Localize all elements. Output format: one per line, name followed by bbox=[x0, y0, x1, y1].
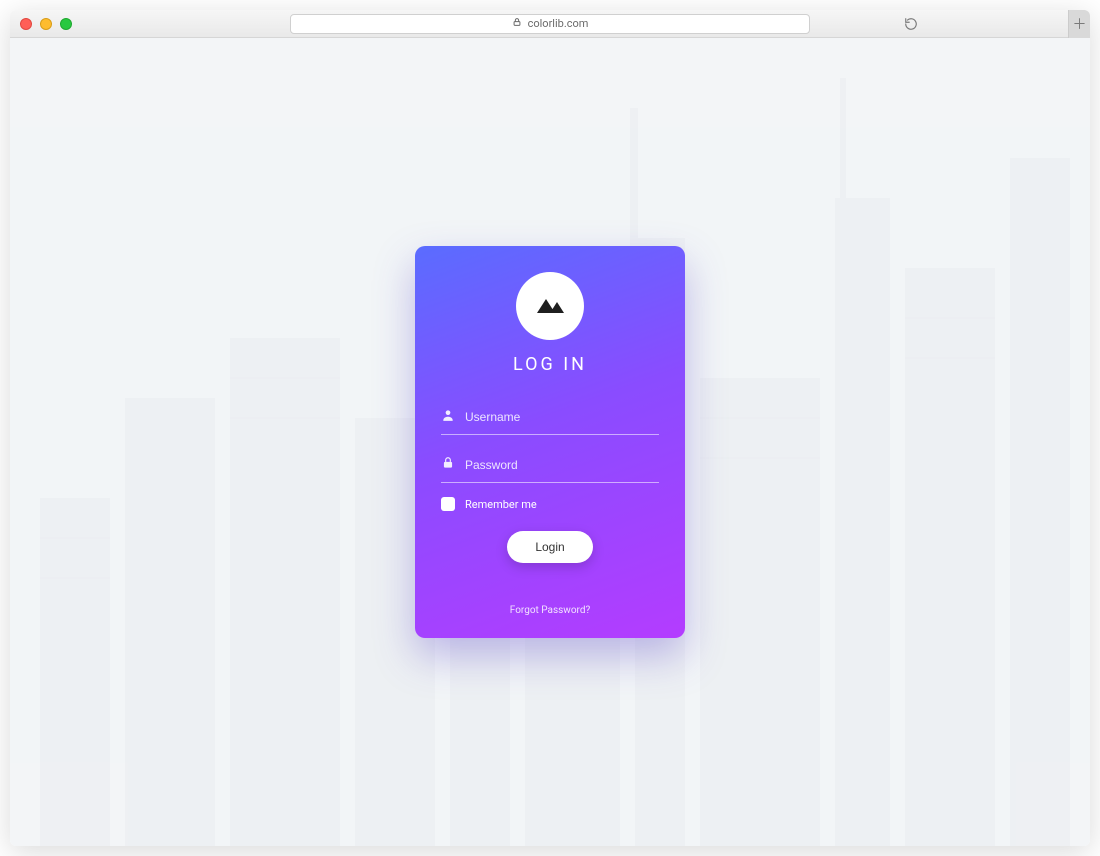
forgot-password-link[interactable]: Forgot Password? bbox=[441, 605, 659, 616]
lock-icon bbox=[441, 455, 455, 474]
login-button[interactable]: Login bbox=[507, 531, 592, 563]
page-viewport: LOG IN bbox=[10, 38, 1090, 846]
username-input[interactable] bbox=[465, 410, 659, 424]
password-field[interactable] bbox=[441, 449, 659, 483]
login-title: LOG IN bbox=[441, 354, 659, 375]
username-field[interactable] bbox=[441, 401, 659, 435]
new-tab-button[interactable]: ＋ bbox=[1068, 10, 1090, 38]
reload-button[interactable] bbox=[902, 15, 920, 33]
login-card: LOG IN bbox=[415, 246, 685, 638]
user-icon bbox=[441, 407, 455, 426]
browser-window: colorlib.com ＋ bbox=[10, 10, 1090, 846]
remember-me-label: Remember me bbox=[465, 498, 537, 511]
password-input[interactable] bbox=[465, 458, 659, 472]
remember-me-checkbox[interactable] bbox=[441, 497, 455, 511]
logo-badge bbox=[516, 272, 584, 340]
address-text: colorlib.com bbox=[528, 17, 589, 30]
lock-icon bbox=[512, 17, 522, 30]
minimize-window-button[interactable] bbox=[40, 18, 52, 30]
close-window-button[interactable] bbox=[20, 18, 32, 30]
remember-me-row[interactable]: Remember me bbox=[441, 497, 659, 511]
browser-titlebar: colorlib.com ＋ bbox=[10, 10, 1090, 38]
mountain-icon bbox=[533, 293, 567, 319]
maximize-window-button[interactable] bbox=[60, 18, 72, 30]
address-bar[interactable]: colorlib.com bbox=[290, 14, 810, 34]
window-controls bbox=[20, 18, 72, 30]
